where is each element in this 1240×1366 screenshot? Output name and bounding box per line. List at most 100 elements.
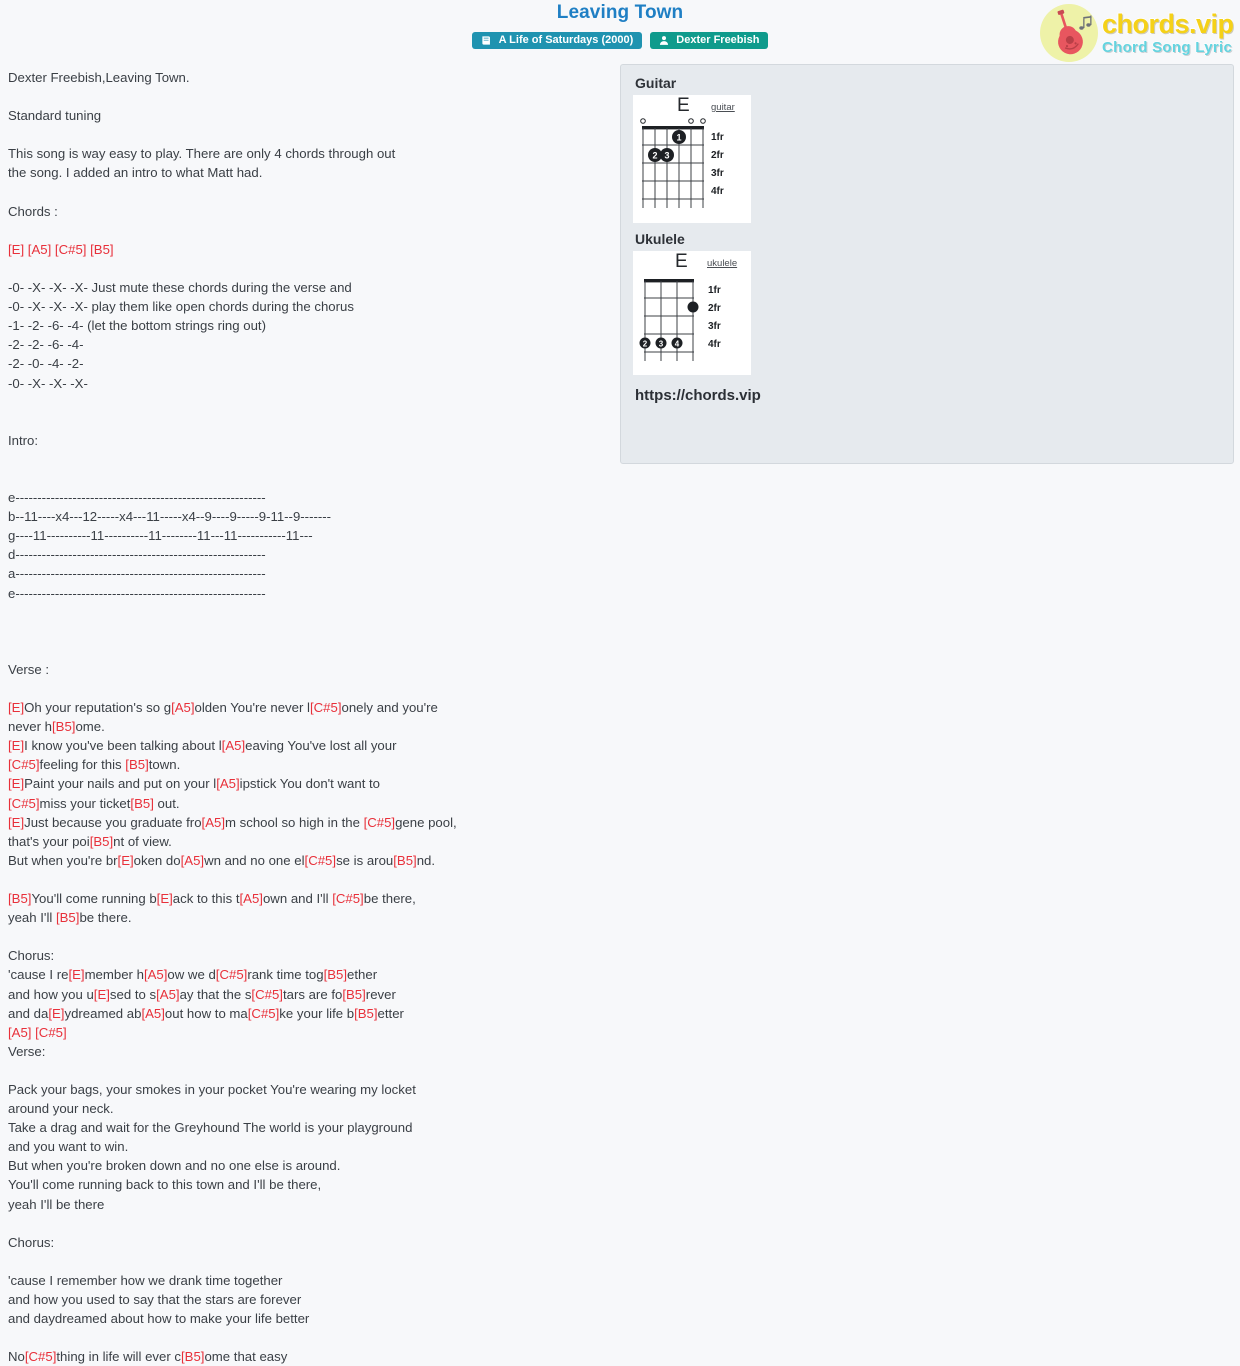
lyric-text: and how you u [8, 986, 94, 1002]
svg-text:2: 2 [643, 339, 648, 348]
chord-marker[interactable]: [A5] [171, 700, 194, 715]
chord-marker[interactable]: [C#5] [8, 796, 40, 811]
chord-marker[interactable]: [E] [8, 242, 28, 257]
lyric-line: But when you're br[E]oken do[A5]wn and n… [8, 851, 602, 870]
lyric-line: [C#5]miss your ticket[B5] out. [8, 794, 602, 813]
lyric-line [8, 183, 602, 202]
chord-marker[interactable]: [C#5] [332, 891, 364, 906]
lyric-text: ack to this t [172, 891, 240, 907]
chord-marker[interactable]: [B5] [393, 853, 416, 868]
guitar-fretboard-diagram: 1 2 3 1fr 2fr 3fr 4fr [640, 118, 724, 208]
chord-marker[interactable]: [E] [68, 967, 84, 982]
chord-marker[interactable]: [E] [8, 700, 24, 715]
site-url[interactable]: https://chords.vip [635, 387, 1221, 404]
lyric-line: a---------------------------------------… [8, 566, 266, 582]
chord-marker[interactable]: [C#5] [35, 1025, 67, 1040]
chord-marker[interactable]: [C#5] [8, 757, 40, 772]
chord-marker[interactable]: [B5] [354, 1006, 377, 1021]
chord-marker[interactable]: [B5] [342, 987, 365, 1002]
lyric-line: -2- -0- -4- -2- [8, 356, 84, 372]
lyric-text: ydreamed ab [64, 1005, 142, 1021]
lyric-line: and how you used to say that the stars a… [8, 1292, 302, 1307]
chord-marker[interactable]: [B5] [130, 796, 153, 811]
lyric-line [8, 603, 602, 622]
chord-marker[interactable]: [B5] [90, 242, 113, 257]
chord-marker[interactable]: [A5] [141, 1006, 164, 1021]
page-header: Leaving Town A Life of Saturdays (2000) … [0, 0, 1240, 62]
lyric-text: own and I'll [262, 891, 333, 907]
lyric-line: yeah I'll be there [8, 1196, 105, 1212]
lyric-line: Dexter Freebish,Leaving Town. [8, 70, 190, 85]
chord-marker[interactable]: [B5] [56, 910, 79, 925]
chord-marker[interactable]: [C#5] [248, 1006, 280, 1021]
lyric-line: Verse: [8, 1043, 46, 1059]
chord-marker[interactable]: [B5] [8, 891, 31, 906]
lyric-line: b--11----x4---12-----x4---11-----x4--9--… [8, 509, 332, 525]
svg-text:3fr: 3fr [711, 168, 724, 179]
lyric-text: town. [148, 757, 181, 773]
ukulele-chord-chart[interactable]: E ukulele 2 3 4 1fr 2fr 3fr 4fr [633, 251, 751, 375]
lyric-text: You'll come running b [31, 891, 157, 907]
chord-marker[interactable]: [B5] [90, 834, 113, 849]
chord-marker[interactable]: [A5] [216, 776, 239, 791]
lyric-line: 'cause I re[E]member h[A5]ow we d[C#5]ra… [8, 965, 602, 984]
chord-marker[interactable]: [B5] [52, 719, 75, 734]
svg-text:4: 4 [675, 339, 680, 348]
lyric-line: -1- -2- -6- -4- (let the bottom strings … [8, 318, 266, 334]
chord-marker[interactable]: [A5] [156, 987, 179, 1002]
chord-marker[interactable]: [A5] [181, 853, 204, 868]
ukulele-fretboard-diagram: 2 3 4 1fr 2fr 3fr 4fr [639, 279, 721, 361]
lyric-line: and daydreamed about how to make your li… [8, 1311, 310, 1327]
lyric-line [8, 1252, 602, 1271]
chord-marker[interactable]: [C#5] [305, 853, 337, 868]
chord-marker[interactable]: [A5] [222, 738, 245, 753]
guitar-section-heading: Guitar [635, 75, 677, 91]
lyric-line [8, 622, 602, 641]
chord-diagram-panel: Guitar E guitar 1 2 3 1fr 2fr 3fr 4fr Uk… [620, 64, 1234, 464]
chord-marker[interactable]: [E] [8, 738, 24, 753]
chord-marker[interactable]: [C#5] [251, 987, 283, 1002]
site-logo[interactable]: chords.vip Chord Song Lyric [1040, 3, 1235, 63]
chord-marker[interactable]: [E] [118, 853, 134, 868]
lyric-line: g----11----------11----------11--------1… [8, 528, 313, 544]
lyric-line [8, 1214, 602, 1233]
lyric-line [8, 927, 602, 946]
lyric-text: feeling for this [39, 757, 126, 773]
chord-marker[interactable]: [A5] [240, 891, 263, 906]
artist-badge[interactable]: Dexter Freebish [650, 32, 769, 49]
chord-marker[interactable]: [E] [94, 987, 110, 1002]
user-icon [659, 35, 669, 46]
chord-marker[interactable]: [E] [157, 891, 173, 906]
chord-marker[interactable]: [E] [48, 1006, 64, 1021]
chord-marker[interactable]: [B5] [125, 757, 148, 772]
chord-marker[interactable]: [A5] [202, 815, 225, 830]
guitar-chord-chart[interactable]: E guitar 1 2 3 1fr 2fr 3fr 4fr [633, 95, 751, 223]
lyric-text: Paint your nails and put on your l [24, 776, 217, 792]
lyric-text: se is arou [336, 852, 394, 868]
lyric-text: m school so high in the [225, 814, 364, 830]
svg-text:3: 3 [664, 151, 669, 161]
chord-marker[interactable]: [E] [8, 776, 24, 791]
chord-marker[interactable]: [B5] [324, 967, 347, 982]
lyric-line: You'll come running back to this town an… [8, 1177, 322, 1193]
chord-marker[interactable]: [A5] [144, 967, 167, 982]
chord-marker[interactable]: [C#5] [364, 815, 396, 830]
lyric-text: onely and you're [341, 700, 438, 716]
lyric-text: never h [8, 719, 52, 735]
guitar-logo-icon [1040, 4, 1098, 62]
chord-marker[interactable]: [C#5] [55, 242, 90, 257]
lyric-text: gene pool, [395, 814, 457, 830]
chord-marker[interactable]: [A5] [8, 1025, 35, 1040]
chord-marker[interactable]: [B5] [181, 1349, 204, 1364]
lyric-text: etter [377, 1005, 404, 1021]
chord-marker[interactable]: [A5] [28, 242, 55, 257]
chord-marker[interactable]: [E] [8, 815, 24, 830]
lyric-line: and how you u[E]sed to s[A5]ay that the … [8, 985, 602, 1004]
chord-marker[interactable]: [C#5] [310, 700, 342, 715]
lyric-line: Standard tuning [8, 108, 102, 124]
chord-marker[interactable]: [C#5] [25, 1349, 57, 1364]
lyric-text: ether [347, 967, 378, 983]
lyric-line [8, 412, 602, 431]
album-badge[interactable]: A Life of Saturdays (2000) [471, 32, 643, 49]
chord-marker[interactable]: [C#5] [216, 967, 248, 982]
